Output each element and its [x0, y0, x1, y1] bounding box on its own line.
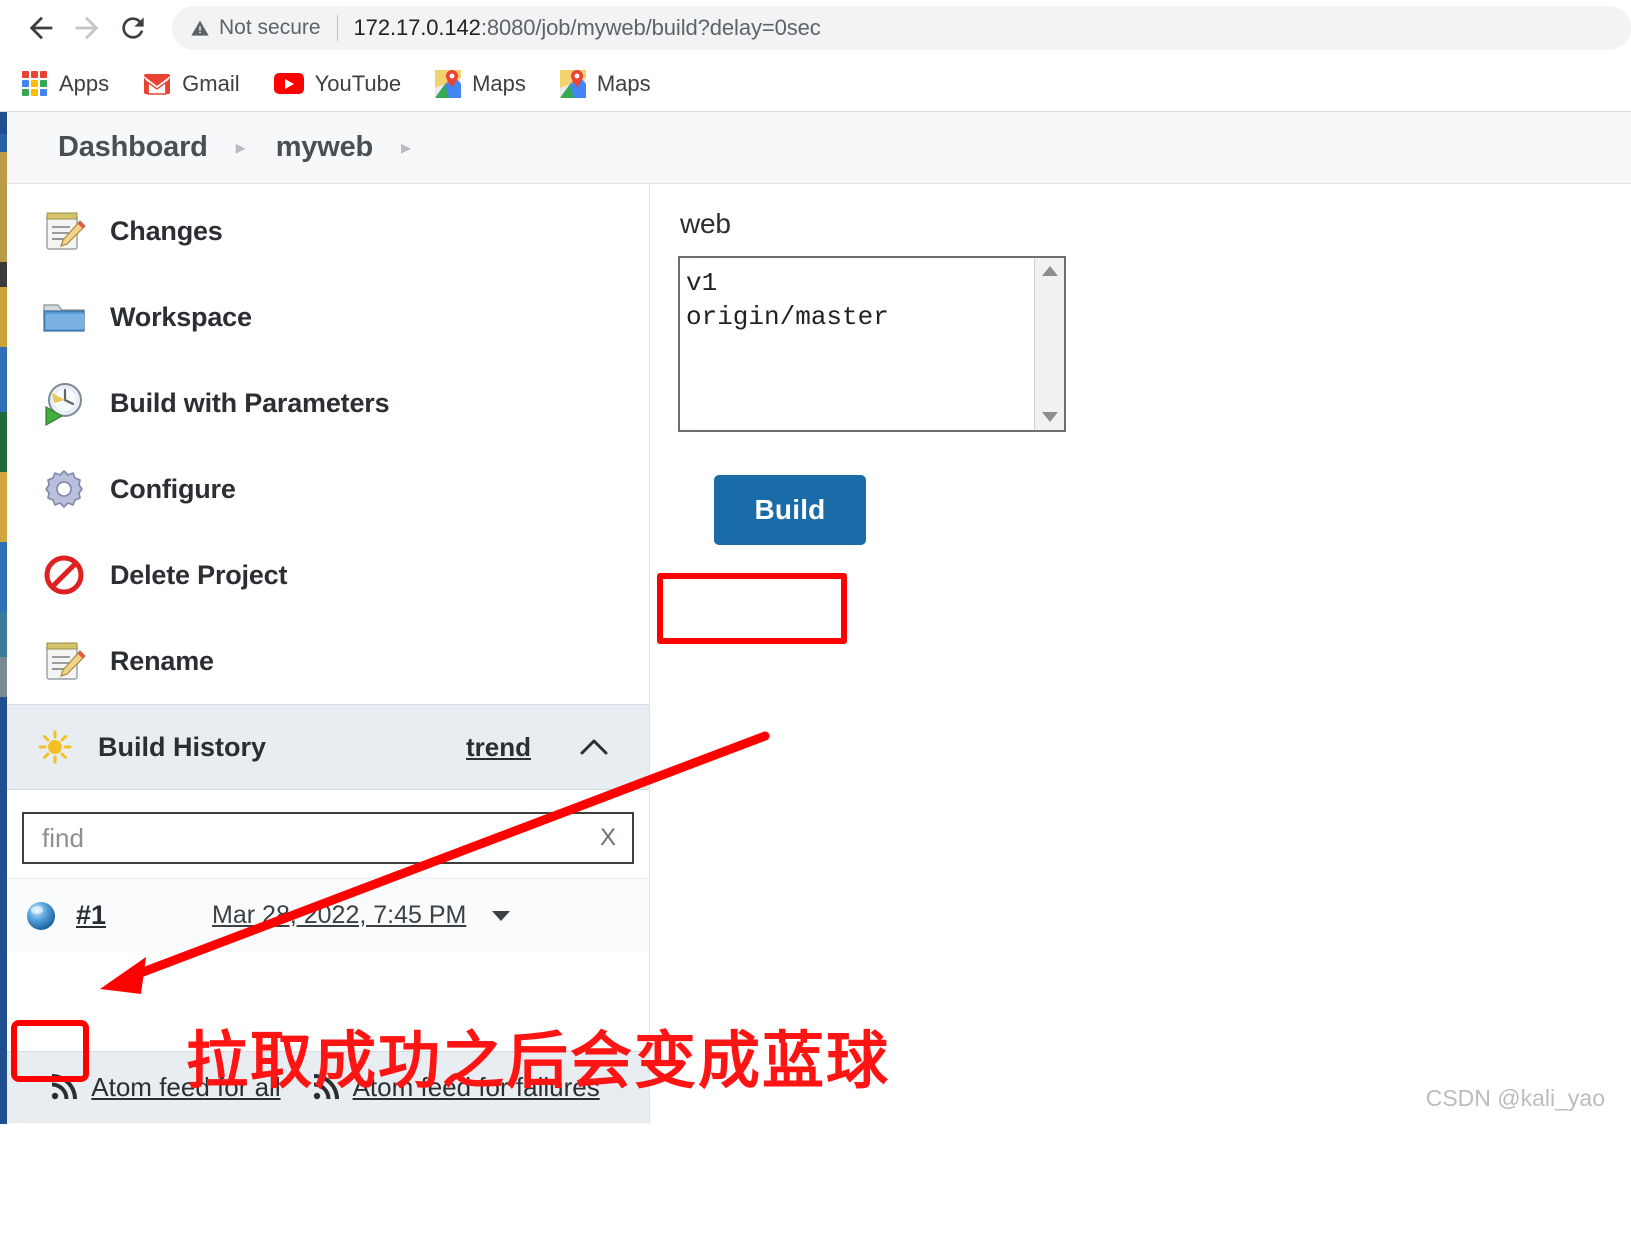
build-history-header: Build History trend — [0, 704, 649, 790]
sidebar-item-label: Rename — [110, 645, 214, 676]
bookmark-gmail[interactable]: Gmail — [143, 70, 240, 97]
url-text: 172.17.0.142:8080/job/myweb/build?delay=… — [353, 15, 821, 40]
bookmark-label: Gmail — [182, 70, 240, 96]
page-edge-strip — [0, 112, 7, 1124]
security-label: Not secure — [219, 16, 321, 39]
forward-button[interactable] — [64, 5, 110, 51]
sidebar-item-label: Workspace — [110, 301, 252, 332]
maps-pin-icon — [435, 69, 462, 98]
build-date-link[interactable]: Mar 28, 2022, 7:45 PM — [212, 901, 466, 930]
back-button[interactable] — [18, 5, 64, 51]
youtube-icon — [273, 73, 304, 94]
chevron-right-icon: ▸ — [235, 136, 246, 159]
atom-feed-label: Atom feed for all — [91, 1072, 281, 1102]
atom-feed-for-failures-link[interactable]: Atom feed for failures — [311, 1072, 600, 1103]
scroll-up-arrow-icon[interactable] — [1040, 264, 1060, 278]
breadcrumb-dashboard[interactable]: Dashboard — [58, 131, 208, 164]
bookmark-maps-2[interactable]: Maps — [559, 69, 651, 98]
apps-grid-icon — [22, 70, 48, 97]
bookmarks-bar: Apps Gmail YouTube Maps Maps — [0, 56, 1631, 112]
listbox-options[interactable]: v1 origin/master — [680, 258, 1034, 430]
sidebar: Changes Workspace Build with Parameters … — [0, 184, 650, 1123]
build-button-zone: Build — [676, 472, 866, 548]
breadcrumb-myweb[interactable]: myweb — [276, 131, 374, 164]
task-list: Changes Workspace Build with Parameters … — [0, 184, 649, 704]
listbox-option[interactable]: origin/master — [686, 300, 1034, 334]
notepad-pencil-icon — [46, 642, 86, 680]
bookmark-label: Maps — [472, 70, 526, 96]
sidebar-item-label: Build with Parameters — [110, 387, 390, 418]
build-history-row[interactable]: #1 Mar 28, 2022, 7:45 PM — [0, 878, 649, 952]
browser-toolbar: Not secure 172.17.0.142:8080/job/myweb/b… — [0, 0, 1631, 56]
clear-icon[interactable]: X — [590, 824, 616, 852]
address-bar[interactable]: Not secure 172.17.0.142:8080/job/myweb/b… — [172, 6, 1631, 50]
jenkins-page: Dashboard ▸ myweb ▸ Changes Workspace Bu… — [0, 112, 1631, 1124]
bookmark-label: YouTube — [314, 70, 402, 96]
listbox-option[interactable]: v1 — [686, 266, 1034, 300]
main-content: web v1 origin/master Build — [650, 184, 1631, 1123]
gear-icon — [45, 469, 83, 509]
reload-icon — [122, 17, 144, 39]
reload-button[interactable] — [110, 5, 156, 51]
back-arrow-icon — [29, 16, 53, 40]
watermark: CSDN @kali_yao — [1425, 1085, 1605, 1111]
parameter-name-label: web — [680, 208, 731, 239]
sun-icon — [38, 730, 72, 764]
bookmark-maps-1[interactable]: Maps — [435, 69, 526, 98]
bookmark-apps[interactable]: Apps — [22, 70, 110, 97]
rss-icon — [313, 1073, 339, 1099]
bookmark-label: Apps — [59, 70, 110, 96]
chevron-up-icon[interactable] — [579, 737, 609, 757]
notepad-pencil-icon — [46, 212, 86, 250]
clock-play-icon — [45, 383, 82, 427]
sidebar-item-label: Delete Project — [110, 559, 288, 590]
search-input[interactable] — [40, 821, 590, 855]
find-box[interactable]: X — [22, 812, 634, 864]
sidebar-item-delete-project[interactable]: Delete Project — [0, 532, 649, 618]
listbox-scrollbar[interactable] — [1034, 258, 1064, 430]
build-history-title: Build History — [98, 731, 267, 762]
omnibox-divider — [336, 15, 338, 41]
sidebar-item-label: Changes — [110, 215, 223, 246]
chevron-down-icon[interactable] — [492, 910, 511, 921]
build-find-wrap: X — [0, 790, 649, 878]
atom-feed-label: Atom feed for failures — [352, 1072, 600, 1102]
build-number-link[interactable]: #1 — [76, 900, 106, 931]
atom-feed-bar: Atom feed for all Atom feed for failures — [0, 1051, 649, 1123]
build-button[interactable]: Build — [714, 475, 866, 545]
gmail-icon — [144, 73, 171, 95]
sidebar-item-build-with-parameters[interactable]: Build with Parameters — [0, 360, 649, 446]
folder-icon — [43, 304, 85, 332]
breadcrumb: Dashboard ▸ myweb ▸ — [0, 112, 1631, 184]
scroll-down-arrow-icon[interactable] — [1040, 410, 1060, 424]
bookmark-label: Maps — [596, 70, 651, 96]
sidebar-item-rename[interactable]: Rename — [0, 618, 649, 704]
bookmark-youtube[interactable]: YouTube — [273, 70, 402, 97]
sidebar-item-changes[interactable]: Changes — [0, 188, 649, 274]
security-status[interactable]: Not secure — [190, 16, 321, 40]
sidebar-item-label: Configure — [110, 473, 236, 504]
chevron-right-icon: ▸ — [401, 136, 412, 159]
page-body: Changes Workspace Build with Parameters … — [0, 184, 1631, 1123]
atom-feed-for-all-link[interactable]: Atom feed for all — [49, 1072, 281, 1103]
sidebar-item-workspace[interactable]: Workspace — [0, 274, 649, 360]
warning-triangle-icon — [191, 20, 209, 36]
parameter-listbox[interactable]: v1 origin/master — [678, 256, 1066, 432]
no-entry-icon — [44, 555, 84, 595]
trend-link[interactable]: trend — [466, 732, 531, 763]
sidebar-item-configure[interactable]: Configure — [0, 446, 649, 532]
blue-ball-icon — [27, 901, 55, 930]
forward-arrow-icon — [75, 16, 99, 40]
maps-pin-icon — [559, 69, 586, 98]
rss-icon — [52, 1073, 78, 1099]
